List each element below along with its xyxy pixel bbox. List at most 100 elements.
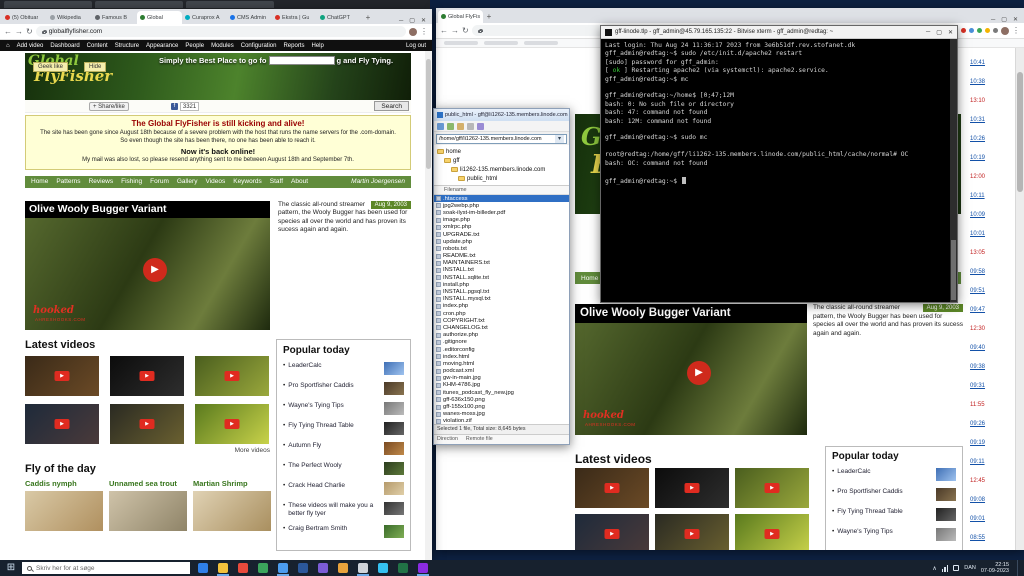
minimize-icon[interactable]: ─: [926, 29, 930, 36]
browser-tab[interactable]: ChatGPT: [317, 11, 362, 24]
winscp-titlebar[interactable]: public_html - gff@li1262-135.members.lin…: [434, 109, 569, 121]
browser-tab[interactable]: Ekstra | Gu: [272, 11, 317, 24]
file-row[interactable]: UPGRADE.txt: [434, 231, 569, 238]
browser-tab[interactable]: Curaprox A: [182, 11, 227, 24]
popular-item[interactable]: • The Perfect Wooly: [283, 462, 404, 475]
popular-item[interactable]: • Fly Tying Thread Table: [283, 422, 404, 435]
popular-item-label[interactable]: Pro Sportfisher Caddis: [288, 382, 381, 390]
bookmark-item[interactable]: [524, 41, 558, 45]
refresh-icon[interactable]: ↻: [26, 27, 33, 36]
file-row[interactable]: INSTALL.pgsql.txt: [434, 288, 569, 295]
popular-item[interactable]: • Pro Sportfisher Caddis: [283, 382, 404, 395]
file-row[interactable]: gff-155x100.png: [434, 403, 569, 410]
fly-card-image[interactable]: [193, 491, 271, 531]
popular-item[interactable]: • These videos will make you a better fl…: [283, 502, 404, 518]
article-image[interactable]: ▶ hooked AHREXHOOKS.COM: [25, 218, 270, 330]
popular-item[interactable]: • LeaderCalc: [832, 468, 956, 481]
sidebar-time-link[interactable]: 10:41: [966, 60, 1012, 79]
app-icon[interactable]: [193, 560, 213, 576]
browser-tab[interactable]: Wikipedia: [47, 11, 92, 24]
hide-button[interactable]: Hide: [84, 62, 106, 72]
file-row[interactable]: index.html: [434, 353, 569, 360]
toolbar-icon[interactable]: [467, 123, 474, 130]
admin-menu-item[interactable]: Content: [87, 43, 108, 49]
share-like-button[interactable]: + Share/like: [89, 102, 129, 111]
tree-node[interactable]: gff: [434, 156, 569, 165]
scrollbar-thumb[interactable]: [951, 240, 956, 300]
nav-item[interactable]: Patterns: [56, 178, 80, 185]
popular-item[interactable]: • Fly Tying Thread Table: [832, 508, 956, 521]
sidebar-time-link[interactable]: 12:45: [966, 478, 1012, 497]
file-row[interactable]: podcast.xml: [434, 368, 569, 375]
popular-item-label[interactable]: Crack Head Charlie: [288, 482, 381, 490]
popular-item-label[interactable]: Craig Bertram Smith: [288, 525, 381, 533]
file-row[interactable]: itunes_podcast_fly_new.jpg: [434, 389, 569, 396]
close-icon[interactable]: ✕: [948, 29, 953, 36]
sidebar-time-link[interactable]: 09:47: [966, 307, 1012, 326]
tree-node[interactable]: li1262-135.members.linode.com: [434, 165, 569, 174]
browser-tab[interactable]: Global FlyFisher: [438, 10, 483, 23]
file-row[interactable]: image.php: [434, 217, 569, 224]
video-thumbnail[interactable]: ▶: [195, 356, 269, 396]
header-search-input[interactable]: [269, 56, 335, 65]
toolbar-icon[interactable]: [447, 123, 454, 130]
app-icon[interactable]: [273, 560, 293, 576]
page-scrollbar[interactable]: [1015, 48, 1024, 550]
home-icon[interactable]: ⌂: [6, 43, 10, 49]
sidebar-time-link[interactable]: 09:40: [966, 345, 1012, 364]
admin-menu-item[interactable]: People: [185, 43, 204, 49]
taskbar-clock[interactable]: 22:15 07-09-2023: [981, 562, 1009, 575]
app-icon[interactable]: [313, 560, 333, 576]
sidebar-time-link[interactable]: 13:05: [966, 250, 1012, 269]
terminal-body[interactable]: Last login: Thu Aug 24 11:36:17 2023 fro…: [605, 42, 947, 186]
url-bar[interactable]: globalflyfisher.com: [36, 26, 406, 37]
browser-tab[interactable]: Global: [137, 11, 182, 24]
file-row[interactable]: gw-in-main.jpg: [434, 375, 569, 382]
sidebar-time-link[interactable]: 09:19: [966, 440, 1012, 459]
fly-card[interactable]: Caddis nymph: [25, 480, 103, 531]
file-row[interactable]: .htaccess: [434, 195, 569, 202]
file-row[interactable]: .editorconfig: [434, 346, 569, 353]
popular-item[interactable]: • Craig Bertram Smith: [283, 525, 404, 538]
article-title[interactable]: Olive Wooly Bugger Variant: [25, 201, 270, 218]
video-thumbnail[interactable]: ▶: [655, 514, 729, 550]
show-desktop-button[interactable]: [1017, 560, 1020, 576]
nav-item[interactable]: Videos: [205, 178, 225, 185]
file-row[interactable]: xmlrpc.php: [434, 224, 569, 231]
admin-menu-item[interactable]: Dashboard: [50, 43, 79, 49]
back-icon[interactable]: ←: [440, 26, 448, 35]
sidebar-time-link[interactable]: 09:11: [966, 459, 1012, 478]
file-row[interactable]: INSTALL.sqlite.txt: [434, 274, 569, 281]
file-row[interactable]: INSTALL.mysql.txt: [434, 296, 569, 303]
sidebar-time-link[interactable]: 09:58: [966, 269, 1012, 288]
volume-icon[interactable]: [953, 565, 959, 571]
sidebar-time-link[interactable]: 09:38: [966, 364, 1012, 383]
new-tab-button[interactable]: +: [362, 12, 374, 24]
nav-item[interactable]: Home: [581, 275, 598, 282]
remote-path-combobox[interactable]: /home/gff/li1262-135.members.linode.com …: [436, 134, 567, 144]
nav-item[interactable]: Staff: [270, 178, 283, 185]
geek-like-button[interactable]: Geek like: [33, 62, 68, 72]
article-image[interactable]: ▶ hooked AHREXHOOKS.COM: [575, 323, 807, 435]
chevron-up-icon[interactable]: ∧: [932, 565, 936, 572]
admin-menu-item[interactable]: Add video: [17, 43, 44, 49]
app-icon[interactable]: [253, 560, 273, 576]
popular-item-label[interactable]: The Perfect Wooly: [288, 462, 381, 470]
video-thumbnail[interactable]: ▶: [655, 468, 729, 508]
sidebar-time-link[interactable]: 10:01: [966, 231, 1012, 250]
admin-menu-item[interactable]: Modules: [211, 43, 234, 49]
menu-icon[interactable]: ⋮: [1012, 26, 1020, 35]
video-thumbnail[interactable]: ▶: [25, 356, 99, 396]
app-icon[interactable]: [353, 560, 373, 576]
minimize-icon[interactable]: ─: [991, 17, 995, 23]
fly-card-title[interactable]: Caddis nymph: [25, 480, 103, 489]
queue-column-label[interactable]: Remote file: [466, 435, 493, 444]
extension-icon[interactable]: [961, 28, 966, 33]
nav-item[interactable]: Fishing: [121, 178, 142, 185]
sidebar-time-link[interactable]: 10:19: [966, 155, 1012, 174]
app-icon[interactable]: [333, 560, 353, 576]
extension-icon[interactable]: [969, 28, 974, 33]
popular-item[interactable]: • Pro Sportfisher Caddis: [832, 488, 956, 501]
chevron-down-icon[interactable]: ▾: [555, 135, 564, 143]
fly-card[interactable]: Martian Shrimp: [193, 480, 271, 531]
